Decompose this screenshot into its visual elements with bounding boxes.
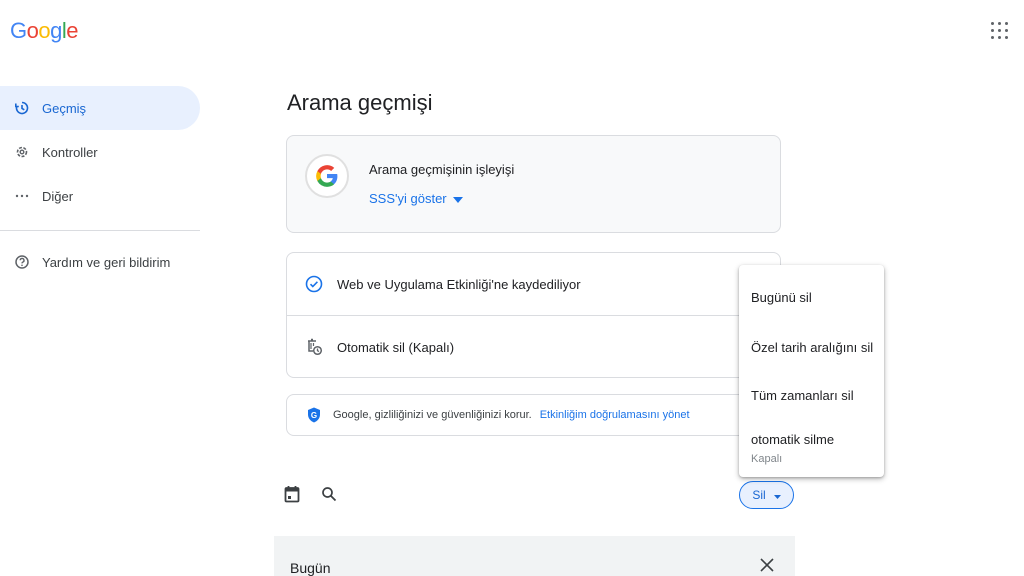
svg-text:G: G: [311, 411, 317, 420]
sidebar-item-help[interactable]: Yardım ve geri bildirim: [0, 240, 200, 284]
history-icon: [14, 100, 30, 116]
today-label: Bugün: [290, 560, 331, 576]
google-logo[interactable]: Google: [10, 18, 79, 44]
sidebar-item-controls[interactable]: Kontroller: [0, 130, 200, 174]
sidebar-divider: [0, 230, 200, 231]
privacy-text: Google, gizliliğinizi ve güvenliğinizi k…: [333, 409, 532, 421]
menu-item-delete-custom-range[interactable]: Özel tarih aralığını sil: [751, 340, 873, 355]
menu-item-delete-today[interactable]: Bugünü sil: [751, 290, 812, 305]
menu-item-delete-all-time[interactable]: Tüm zamanları sil: [751, 388, 854, 403]
auto-delete-status: Kapalı: [751, 453, 783, 465]
caret-down-icon: [773, 488, 781, 502]
search-icon[interactable]: [319, 484, 339, 504]
sidebar: Geçmiş Kontroller Diğer: [0, 86, 200, 218]
sidebar-item-history[interactable]: Geçmiş: [0, 86, 200, 130]
auto-delete-row[interactable]: Otomatik sil (Kapalı): [287, 316, 780, 378]
search-history-info-card: Arama geçmişinin işleyişi SSS'yi göster: [286, 135, 781, 233]
sidebar-item-label: Kontroller: [42, 144, 98, 160]
sidebar-item-label: Geçmiş: [42, 100, 87, 116]
sidebar-item-label: Diğer: [42, 188, 74, 204]
close-icon[interactable]: [757, 555, 777, 575]
calendar-icon[interactable]: [282, 484, 302, 504]
info-card-title: Arama geçmişinin işleyişi: [369, 162, 515, 177]
auto-delete-icon: [305, 338, 323, 356]
google-g-icon: [305, 154, 349, 198]
settings-card: Web ve Uygulama Etkinliği'ne kaydediliyo…: [286, 252, 781, 378]
sidebar-help: Yardım ve geri bildirim: [0, 240, 200, 284]
privacy-card: G Google, gizliliğinizi ve güvenliğinizi…: [286, 394, 781, 436]
check-circle-icon: [305, 275, 323, 293]
help-icon: [14, 254, 30, 270]
page-title: Arama geçmişi: [287, 90, 433, 115]
web-app-activity-row[interactable]: Web ve Uygulama Etkinliği'ne kaydediliyo…: [287, 253, 780, 315]
menu-item-auto-delete[interactable]: otomatik silme: [751, 432, 834, 447]
apps-grid-icon[interactable]: [991, 22, 1009, 40]
today-section-header: Bugün: [274, 536, 795, 576]
more-horizontal-icon: [14, 188, 30, 204]
sidebar-item-label: Yardım ve geri bildirim: [42, 254, 171, 270]
web-app-activity-label: Web ve Uygulama Etkinliği'ne kaydediliyo…: [337, 276, 581, 292]
delete-menu: Bugünü sil Özel tarih aralığını sil Tüm …: [739, 265, 884, 477]
caret-down-icon: [452, 191, 463, 206]
gear-icon: [14, 144, 30, 160]
show-faq-link[interactable]: SSS'yi göster: [369, 191, 463, 206]
sidebar-item-other[interactable]: Diğer: [0, 174, 200, 218]
auto-delete-label: Otomatik sil (Kapalı): [337, 339, 455, 355]
delete-button[interactable]: Sil: [739, 481, 794, 509]
manage-activity-verification-link[interactable]: Etkinliğim doğrulamasını yönet: [540, 409, 690, 421]
shield-g-icon: G: [307, 407, 321, 423]
